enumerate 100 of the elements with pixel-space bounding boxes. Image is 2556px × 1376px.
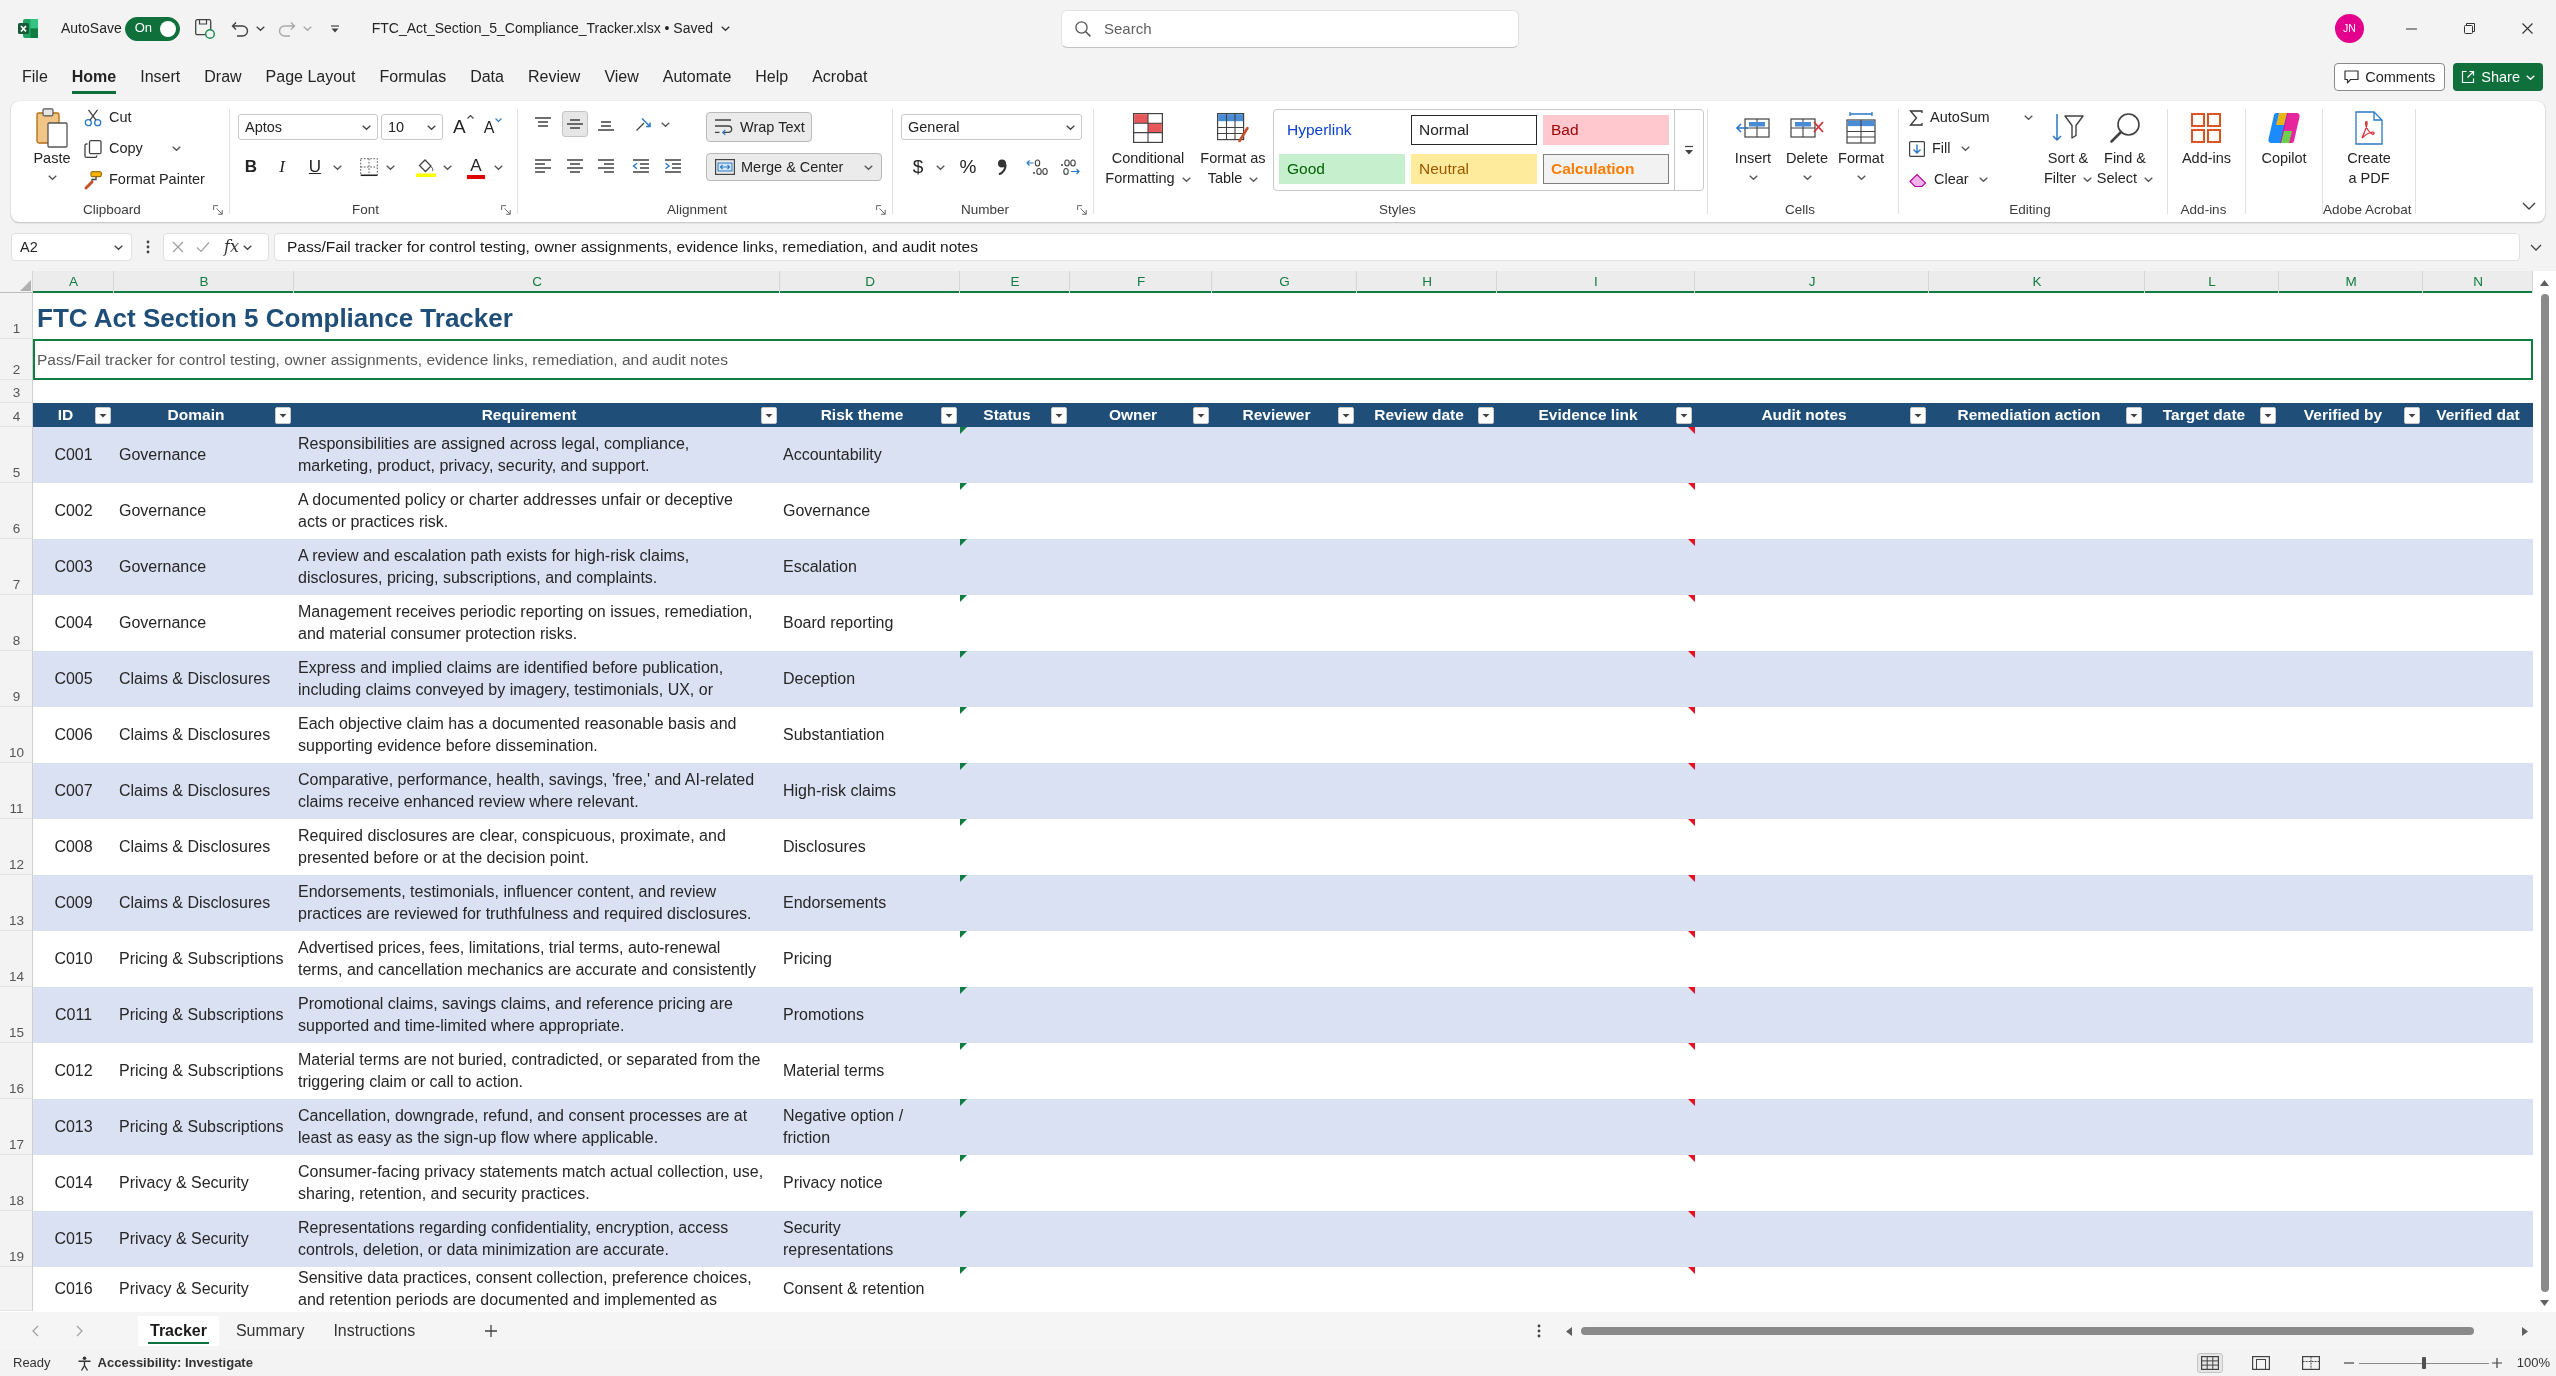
caret-icon[interactable] bbox=[661, 121, 670, 127]
row-header[interactable]: 7 bbox=[0, 539, 33, 595]
copy-button[interactable]: Copy bbox=[84, 133, 205, 164]
plus-icon[interactable] bbox=[485, 1325, 498, 1337]
row-header[interactable]: 9 bbox=[0, 651, 33, 707]
cross-icon[interactable] bbox=[172, 241, 184, 253]
filter-dropdown-icon[interactable] bbox=[1910, 406, 1926, 424]
name-box[interactable]: A2 bbox=[11, 233, 132, 261]
ribbon-tab[interactable]: Formulas bbox=[367, 59, 459, 95]
column-header[interactable]: G bbox=[1212, 271, 1357, 293]
row-header[interactable]: 2 bbox=[0, 339, 33, 380]
restore-icon[interactable] bbox=[2463, 23, 2475, 34]
save-icon[interactable] bbox=[194, 18, 215, 39]
filter-dropdown-icon[interactable] bbox=[941, 406, 957, 424]
ribbon-tab[interactable]: Acrobat bbox=[800, 59, 880, 95]
ribbon-tab[interactable]: Review bbox=[515, 59, 593, 95]
fill-button[interactable]: Fill bbox=[1909, 133, 2033, 164]
sheet-tab[interactable]: Summary bbox=[223, 1316, 317, 1346]
close-icon[interactable] bbox=[2521, 23, 2533, 34]
autosave-toggle[interactable]: On bbox=[124, 16, 180, 41]
accessibility-button[interactable]: Accessibility: Investigate bbox=[76, 1354, 253, 1372]
row-header[interactable]: 16 bbox=[0, 1043, 33, 1099]
row-header[interactable]: 3 bbox=[0, 380, 33, 403]
format-as-table-button[interactable]: Format as Table bbox=[1195, 107, 1271, 197]
caret-icon[interactable] bbox=[114, 244, 123, 250]
bold-button[interactable]: B bbox=[238, 154, 264, 180]
caret-icon[interactable] bbox=[333, 164, 342, 170]
caret-icon[interactable] bbox=[242, 244, 252, 250]
format-painter-button[interactable]: Format Painter bbox=[84, 164, 205, 195]
filter-dropdown-icon[interactable] bbox=[1676, 406, 1692, 424]
italic-button[interactable]: I bbox=[269, 154, 295, 180]
column-header[interactable]: K bbox=[1929, 271, 2145, 293]
percent-style-button[interactable]: % bbox=[956, 154, 980, 180]
format-cells-button[interactable]: Format bbox=[1834, 107, 1888, 197]
filter-dropdown-icon[interactable] bbox=[2260, 406, 2276, 424]
autosum-button[interactable]: AutoSum bbox=[1909, 102, 2033, 133]
column-header[interactable]: H bbox=[1357, 271, 1497, 293]
dropdown-icon[interactable] bbox=[329, 24, 340, 33]
add-ins-button[interactable]: Add-ins bbox=[2181, 107, 2232, 197]
search-field[interactable]: Search bbox=[1061, 9, 1519, 48]
cell-style-option[interactable]: Bad bbox=[1543, 115, 1669, 145]
paste-button[interactable]: Paste bbox=[26, 107, 78, 197]
caret-icon[interactable] bbox=[443, 164, 452, 170]
column-header[interactable]: E bbox=[960, 271, 1070, 293]
scroll-right-icon[interactable] bbox=[2522, 1326, 2528, 1336]
comments-button[interactable]: Comments bbox=[2334, 63, 2446, 91]
normal-view-button[interactable] bbox=[2196, 1353, 2223, 1373]
row-header[interactable]: 19 bbox=[0, 1211, 33, 1267]
dialog-launcher-icon[interactable] bbox=[501, 205, 511, 215]
scroll-left-icon[interactable] bbox=[1566, 1326, 1572, 1336]
row-header[interactable]: 13 bbox=[0, 875, 33, 931]
column-header[interactable]: N bbox=[2423, 271, 2533, 293]
dialog-launcher-icon[interactable] bbox=[213, 205, 223, 215]
chevron-icon[interactable] bbox=[2530, 243, 2542, 251]
cell-style-option[interactable]: Hyperlink bbox=[1279, 115, 1405, 145]
row-header[interactable]: 10 bbox=[0, 707, 33, 763]
filter-dropdown-icon[interactable] bbox=[2126, 406, 2142, 424]
caret-icon[interactable] bbox=[494, 164, 503, 170]
cell-style-option[interactable]: Good bbox=[1279, 154, 1405, 184]
document-title[interactable]: FTC_Act_Section_5_Compliance_Tracker.xlsx • Saved bbox=[371, 19, 731, 38]
insert-function-button[interactable]: fx bbox=[224, 237, 239, 257]
row-header[interactable]: 8 bbox=[0, 595, 33, 651]
zoom-level[interactable]: 100% bbox=[2516, 1354, 2550, 1372]
scrollbar-thumb[interactable] bbox=[1581, 1327, 2474, 1335]
filter-dropdown-icon[interactable] bbox=[761, 406, 777, 424]
accounting-format-button[interactable]: $ bbox=[906, 154, 930, 180]
find-select-button[interactable]: Find & Select bbox=[2096, 107, 2154, 197]
row-header[interactable]: 6 bbox=[0, 483, 33, 539]
row-header[interactable]: 18 bbox=[0, 1155, 33, 1211]
column-header[interactable]: F bbox=[1070, 271, 1212, 293]
copilot-button[interactable]: Copilot bbox=[2261, 107, 2307, 197]
shrink-font-button[interactable]: A bbox=[483, 114, 503, 140]
zoom-slider-thumb[interactable] bbox=[2421, 1357, 2426, 1369]
minimize-icon[interactable] bbox=[2405, 27, 2417, 30]
column-header[interactable]: C bbox=[294, 271, 780, 293]
font-size-dropdown[interactable]: 10 bbox=[381, 114, 443, 140]
conditional-formatting-button[interactable]: Conditional Formatting bbox=[1103, 107, 1193, 197]
wrap-text-button[interactable]: Wrap Text bbox=[706, 112, 812, 142]
column-header[interactable]: D bbox=[780, 271, 960, 293]
share-button[interactable]: Share bbox=[2453, 63, 2543, 91]
row-header[interactable]: 15 bbox=[0, 987, 33, 1043]
formula-field[interactable]: Pass/Fail tracker for control testing, owner assignments, evidence links, remediation, and audit notes bbox=[274, 233, 2520, 261]
sheet-tab[interactable]: Tracker bbox=[138, 1316, 219, 1346]
sheet-tab[interactable]: Instructions bbox=[321, 1316, 428, 1346]
checkmark-icon[interactable] bbox=[196, 241, 210, 253]
scroll-up-icon[interactable] bbox=[2540, 280, 2549, 286]
row-header[interactable]: 17 bbox=[0, 1099, 33, 1155]
filter-dropdown-icon[interactable] bbox=[275, 406, 291, 424]
row-header[interactable]: 4 bbox=[0, 403, 33, 427]
filter-dropdown-icon[interactable] bbox=[2404, 406, 2420, 424]
caret-icon[interactable] bbox=[936, 164, 945, 170]
font-name-dropdown[interactable]: Aptos bbox=[238, 114, 378, 140]
caret-icon[interactable] bbox=[386, 164, 395, 170]
delete-cells-button[interactable]: Delete bbox=[1780, 107, 1834, 197]
cell-style-option[interactable]: Normal bbox=[1411, 115, 1537, 145]
filter-dropdown-icon[interactable] bbox=[1051, 406, 1067, 424]
ribbon-tab[interactable]: Draw bbox=[192, 59, 254, 95]
undo-icon[interactable] bbox=[230, 20, 249, 37]
ribbon-tab[interactable]: Page Layout bbox=[253, 59, 368, 95]
more-options-icon[interactable] bbox=[146, 240, 150, 254]
